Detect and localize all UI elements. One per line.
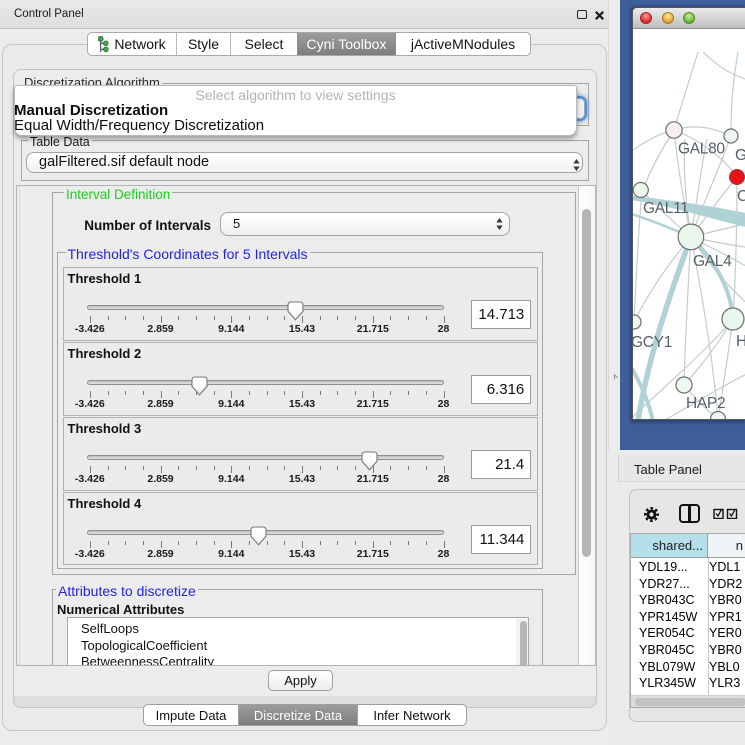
svg-text:GAL4: GAL4 — [693, 253, 732, 270]
svg-text:G.: G. — [735, 147, 745, 164]
svg-text:GCY1: GCY1 — [633, 334, 672, 351]
svg-text:C: C — [737, 188, 745, 205]
svg-text:GAL11: GAL11 — [643, 200, 689, 217]
svg-text:H: H — [736, 333, 745, 350]
svg-text:HAP2: HAP2 — [686, 395, 725, 412]
svg-text:GAL80: GAL80 — [678, 141, 725, 158]
